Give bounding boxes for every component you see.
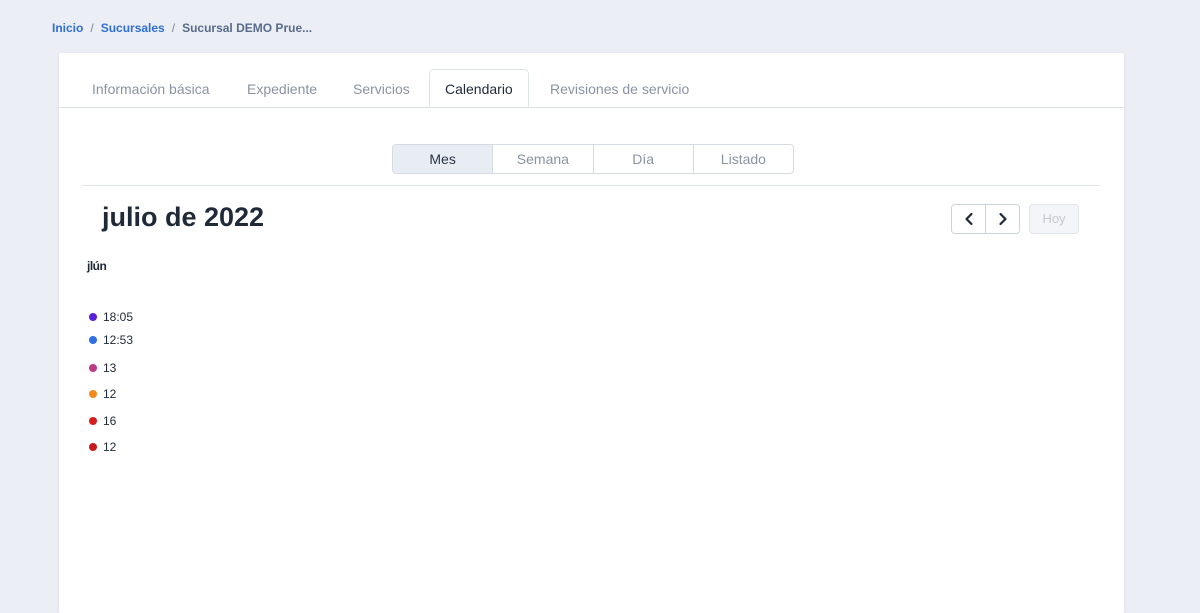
calendar-title: julio de 2022 (102, 202, 265, 232)
calendar-event[interactable]: 18:05 (89, 310, 133, 324)
tab-revisiones-de-servicio[interactable]: Revisiones de servicio (550, 69, 689, 107)
calendar-event[interactable]: 12:53 (89, 333, 133, 347)
prev-month-button[interactable] (952, 205, 985, 233)
calendar-event[interactable]: 13 (89, 361, 116, 375)
event-time: 18:05 (103, 310, 134, 324)
event-time: 12 (103, 387, 117, 401)
event-dot (89, 390, 97, 398)
breadcrumb-separator: / (171, 21, 176, 35)
calendar-event[interactable]: 16 (89, 414, 116, 428)
tab-expediente[interactable]: Expediente (247, 69, 317, 107)
tab-bar: Información básica Expediente Servicios … (59, 69, 1124, 108)
today-button[interactable]: Hoy (1029, 204, 1079, 234)
breadcrumb-separator: / (90, 21, 94, 35)
event-time: 12:53 (103, 333, 134, 347)
divider (82, 185, 1100, 186)
view-week-button[interactable]: Semana (493, 145, 594, 173)
view-day-button[interactable]: Día (594, 145, 694, 173)
breadcrumb-sucursales[interactable]: Sucursales (101, 21, 165, 35)
branch-card: Información básica Expediente Servicios … (59, 53, 1124, 613)
chevron-right-icon (998, 212, 1007, 226)
breadcrumb-inicio[interactable]: Inicio (52, 21, 83, 35)
event-dot (89, 417, 97, 425)
event-time: 16 (103, 414, 117, 428)
event-time: 12 (103, 440, 117, 454)
event-dot (89, 313, 97, 321)
calendar-event[interactable]: 12 (89, 387, 116, 401)
tab-calendario[interactable]: Calendario (429, 69, 529, 107)
next-month-button[interactable] (985, 205, 1019, 233)
event-dot (89, 364, 97, 372)
event-time: 13 (103, 361, 117, 375)
tab-informacion-basica[interactable]: Información básica (92, 69, 210, 107)
event-dot (89, 336, 97, 344)
calendar-event[interactable]: 12 (89, 440, 116, 454)
day-header: jlún (87, 259, 107, 273)
breadcrumb-current: Sucursal DEMO Prue... (182, 21, 313, 35)
breadcrumb: Inicio / Sucursales / Sucursal DEMO Prue… (52, 21, 312, 35)
calendar-view-switch: Mes Semana Día Listado (392, 144, 794, 174)
chevron-left-icon (964, 212, 973, 226)
view-list-button[interactable]: Listado (694, 145, 793, 173)
calendar-nav (951, 204, 1020, 234)
tab-servicios[interactable]: Servicios (353, 69, 410, 107)
view-month-button[interactable]: Mes (393, 145, 494, 173)
event-dot (89, 443, 97, 451)
